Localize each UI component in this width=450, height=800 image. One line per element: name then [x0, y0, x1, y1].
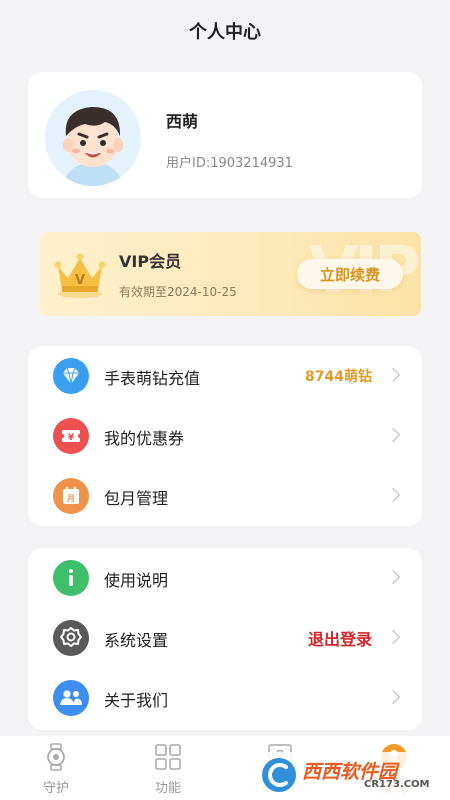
menu-item-coupons[interactable]: ¥ 我的优惠券 — [28, 406, 422, 466]
watermark-logo-icon — [262, 758, 296, 792]
menu-group-system: 使用说明 系统设置 退出登录 关于我们 — [28, 548, 422, 730]
tab-functions[interactable]: 功能 — [112, 736, 224, 800]
site-watermark: 西西软件园 CR173.COM — [254, 752, 434, 798]
crown-letter: V — [75, 273, 85, 288]
vip-title: VIP会员 — [119, 252, 182, 271]
chevron-right-icon — [385, 629, 401, 645]
chevron-right-icon — [385, 367, 401, 383]
chevron-right-icon — [385, 569, 401, 585]
chevron-right-icon — [385, 487, 401, 503]
grid-icon — [155, 744, 181, 770]
diamond-icon — [53, 358, 89, 394]
menu-item-diamond-recharge[interactable]: 手表萌钻充值 8744萌钻 — [28, 346, 422, 406]
tab-guard[interactable]: 守护 — [0, 736, 112, 800]
logout-button[interactable]: 退出登录 — [308, 626, 372, 650]
chevron-right-icon — [385, 689, 401, 705]
menu-item-label: 系统设置 — [104, 631, 169, 650]
menu-item-instructions[interactable]: 使用说明 — [28, 548, 422, 608]
menu-item-about-us[interactable]: 关于我们 — [28, 668, 422, 728]
profile-card[interactable]: 西萌 用户ID:1903214931 — [28, 72, 422, 198]
diamond-balance: 8744萌钻 — [305, 369, 372, 385]
watermark-url: CR173.COM — [364, 779, 430, 790]
tab-label: 守护 — [42, 781, 69, 796]
menu-item-label: 包月管理 — [104, 489, 169, 508]
vip-expire-date: 有效期至2024-10-25 — [119, 285, 237, 299]
page-title: 个人中心 — [189, 22, 261, 43]
users-icon — [53, 680, 89, 716]
menu-item-label: 关于我们 — [104, 691, 169, 710]
watch-icon — [47, 743, 65, 771]
svg-text:¥: ¥ — [68, 433, 75, 443]
info-icon — [53, 560, 89, 596]
renew-button[interactable]: 立即续费 — [297, 259, 403, 289]
menu-item-settings[interactable]: 系统设置 退出登录 — [28, 608, 422, 668]
crown-icon: V — [54, 253, 106, 298]
menu-item-monthly-plan[interactable]: 月 包月管理 — [28, 466, 422, 526]
coupon-icon: ¥ — [53, 418, 89, 454]
svg-text:月: 月 — [66, 494, 75, 503]
username: 西萌 — [166, 112, 199, 131]
menu-group-account: 手表萌钻充值 8744萌钻 ¥ 我的优惠券 月 包月管理 — [28, 346, 422, 526]
gear-icon — [53, 620, 89, 656]
chevron-right-icon — [385, 427, 401, 443]
vip-banner[interactable]: VIP V VIP会员 有效期至2024-10-25 立即续费 — [40, 232, 421, 316]
menu-item-label: 手表萌钻充值 — [104, 369, 201, 388]
menu-item-label: 使用说明 — [104, 571, 169, 590]
avatar[interactable] — [45, 90, 141, 186]
menu-item-label: 我的优惠券 — [104, 429, 185, 448]
calendar-icon: 月 — [53, 478, 89, 514]
tab-label: 功能 — [154, 781, 181, 796]
user-id: 用户ID:1903214931 — [166, 156, 293, 171]
